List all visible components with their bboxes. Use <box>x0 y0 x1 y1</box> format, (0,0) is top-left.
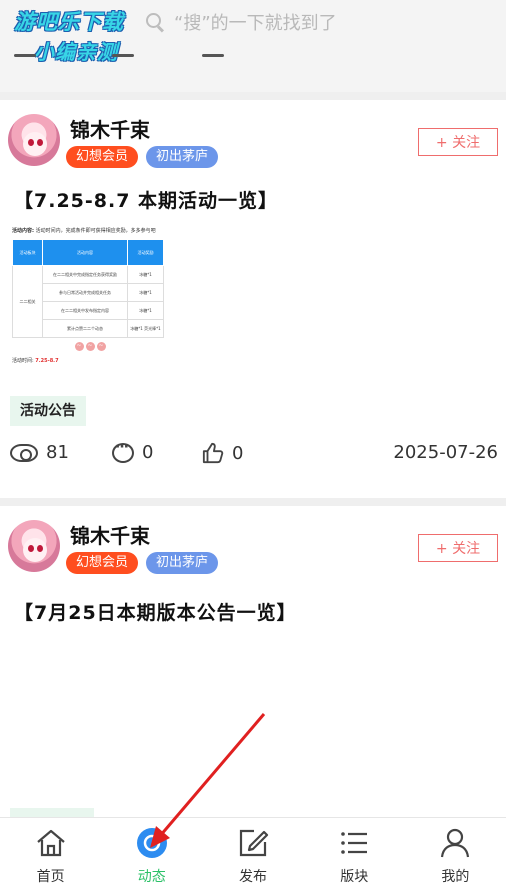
search-box[interactable]: “搜”的一下就找到了 <box>146 9 337 35</box>
nav-label: 发布 <box>239 869 267 885</box>
top-search-bar: 游吧乐下载 小编亲测 “搜”的一下就找到了 <box>0 0 506 92</box>
comments-count: 0 <box>142 442 154 463</box>
level-badge: 初出茅庐 <box>146 146 219 168</box>
divider <box>0 92 506 100</box>
image-intro-label: 活动内容: <box>12 228 34 234</box>
likes-count: 0 <box>232 442 244 464</box>
post-card[interactable]: 锦木千束 幻想会员 初出茅庐 + 关注 【7.25-8.7 本期活动一览】 活动… <box>0 100 506 498</box>
nav-label: 我的 <box>441 869 470 885</box>
image-footer: 活动时间: 7.25-8.7 <box>12 357 168 364</box>
image-footer-value: 7.25-8.7 <box>35 358 59 364</box>
image-table-header: 活动内容 <box>42 239 128 266</box>
image-table-cell: 在二二相关中发布指定内容 <box>42 301 128 320</box>
watermark-line1: 游吧乐下载 <box>14 10 124 34</box>
avatar-face <box>23 538 47 562</box>
nav-publish[interactable]: 发布 <box>202 818 303 887</box>
thumbs-up-icon <box>202 442 224 464</box>
comment-icon <box>112 439 134 463</box>
post-card[interactable]: 锦木千束 幻想会员 初出茅庐 + 关注 【7月25日本期版本公告一览】 <box>0 506 506 817</box>
avatar-eye <box>28 545 34 552</box>
follow-button[interactable]: + 关注 <box>418 128 498 156</box>
follow-label: + 关注 <box>435 541 481 557</box>
image-table-header: 活动奖励 <box>127 239 164 266</box>
nav-me[interactable]: 我的 <box>405 818 506 887</box>
image-intro: 活动内容: 活动时间内，完成条件即可获得相应奖励，多多参与吧 <box>12 228 168 235</box>
views-stat: 81 <box>10 442 69 463</box>
image-table-cell: 冰糖*1 <box>127 283 164 302</box>
search-icon <box>146 13 164 31</box>
member-badge: 幻想会员 <box>66 146 139 168</box>
follow-label: + 关注 <box>435 135 481 151</box>
image-footer-label: 活动时间: <box>12 358 34 364</box>
image-table: 活动板块 活动内容 活动奖励 二二相关 在二二相关中完成指定任务获得奖励 冰糖*… <box>12 239 164 338</box>
username[interactable]: 锦木千束 <box>70 520 150 549</box>
image-intro-text: 活动时间内，完成条件即可获得相应奖励，多多参与吧 <box>35 228 156 234</box>
post-title[interactable]: 【7月25日本期版本公告一览】 <box>14 598 297 625</box>
user-badges: 幻想会员 初出茅庐 <box>66 552 219 574</box>
nav-label: 首页 <box>36 869 65 885</box>
follow-button[interactable]: + 关注 <box>418 534 498 562</box>
nav-label: 版块 <box>340 869 369 885</box>
nav-home[interactable]: 首页 <box>0 818 101 887</box>
username[interactable]: 锦木千束 <box>70 114 150 143</box>
image-table-cell: 在二二相关中完成指定任务获得奖励 <box>42 265 128 284</box>
image-table-header: 活动板块 <box>12 239 43 266</box>
level-badge: 初出茅庐 <box>146 552 219 574</box>
app-screen: 游吧乐下载 小编亲测 “搜”的一下就找到了 锦木千束 幻想会员 初出茅庐 + 关… <box>0 0 506 887</box>
avatar[interactable] <box>8 114 60 166</box>
tab-indicator[interactable] <box>202 54 224 57</box>
avatar-eye <box>28 139 34 146</box>
image-dot: ~ <box>74 342 84 351</box>
user-icon <box>441 828 470 858</box>
image-table-cell: 冰糖*1 <box>127 265 164 284</box>
avatar-face <box>23 132 47 156</box>
likes-stat[interactable]: 0 <box>202 442 243 464</box>
image-table-cell: 冰糖*1 <box>127 301 164 320</box>
tab-indicator[interactable] <box>112 54 134 57</box>
image-table-cell: 二二相关 <box>12 265 43 338</box>
bottom-nav: 首页 动态 发布 版块 我的 <box>0 817 506 887</box>
tab-indicators <box>0 54 506 62</box>
member-badge: 幻想会员 <box>66 552 139 574</box>
post-tag[interactable] <box>10 808 94 817</box>
search-placeholder: “搜”的一下就找到了 <box>174 13 337 34</box>
image-dots: ~ ~ ~ <box>12 342 168 351</box>
moments-icon <box>136 828 167 858</box>
image-table-cell: 累计点赞二二个动态 <box>42 319 128 338</box>
divider <box>0 498 506 506</box>
eye-icon <box>10 443 38 462</box>
post-stats: 81 0 0 2025-07-26 <box>0 439 506 472</box>
image-table-cell: 冰糖*1 荧光棒*1 <box>127 319 164 338</box>
nav-boards[interactable]: 版块 <box>304 818 405 887</box>
edit-icon <box>239 829 269 857</box>
avatar-eye <box>37 139 43 146</box>
avatar-eye <box>37 545 43 552</box>
avatar[interactable] <box>8 520 60 572</box>
user-badges: 幻想会员 初出茅庐 <box>66 146 219 168</box>
image-dot: ~ <box>96 342 106 351</box>
comments-stat[interactable]: 0 <box>112 439 154 463</box>
post-title[interactable]: 【7.25-8.7 本期活动一览】 <box>14 186 278 213</box>
post-tag[interactable]: 活动公告 <box>10 396 86 426</box>
list-icon <box>341 832 368 854</box>
post-image[interactable]: 活动内容: 活动时间内，完成条件即可获得相应奖励，多多参与吧 活动板块 活动内容… <box>12 228 168 386</box>
nav-moments[interactable]: 动态 <box>101 818 202 887</box>
home-icon <box>36 829 65 857</box>
image-table-cell: 参与日常活动并完成相关任务 <box>42 283 128 302</box>
tab-indicator[interactable] <box>14 54 36 57</box>
views-count: 81 <box>46 442 69 463</box>
post-date: 2025-07-26 <box>393 442 498 463</box>
image-dot: ~ <box>85 342 95 351</box>
nav-label: 动态 <box>137 869 166 885</box>
